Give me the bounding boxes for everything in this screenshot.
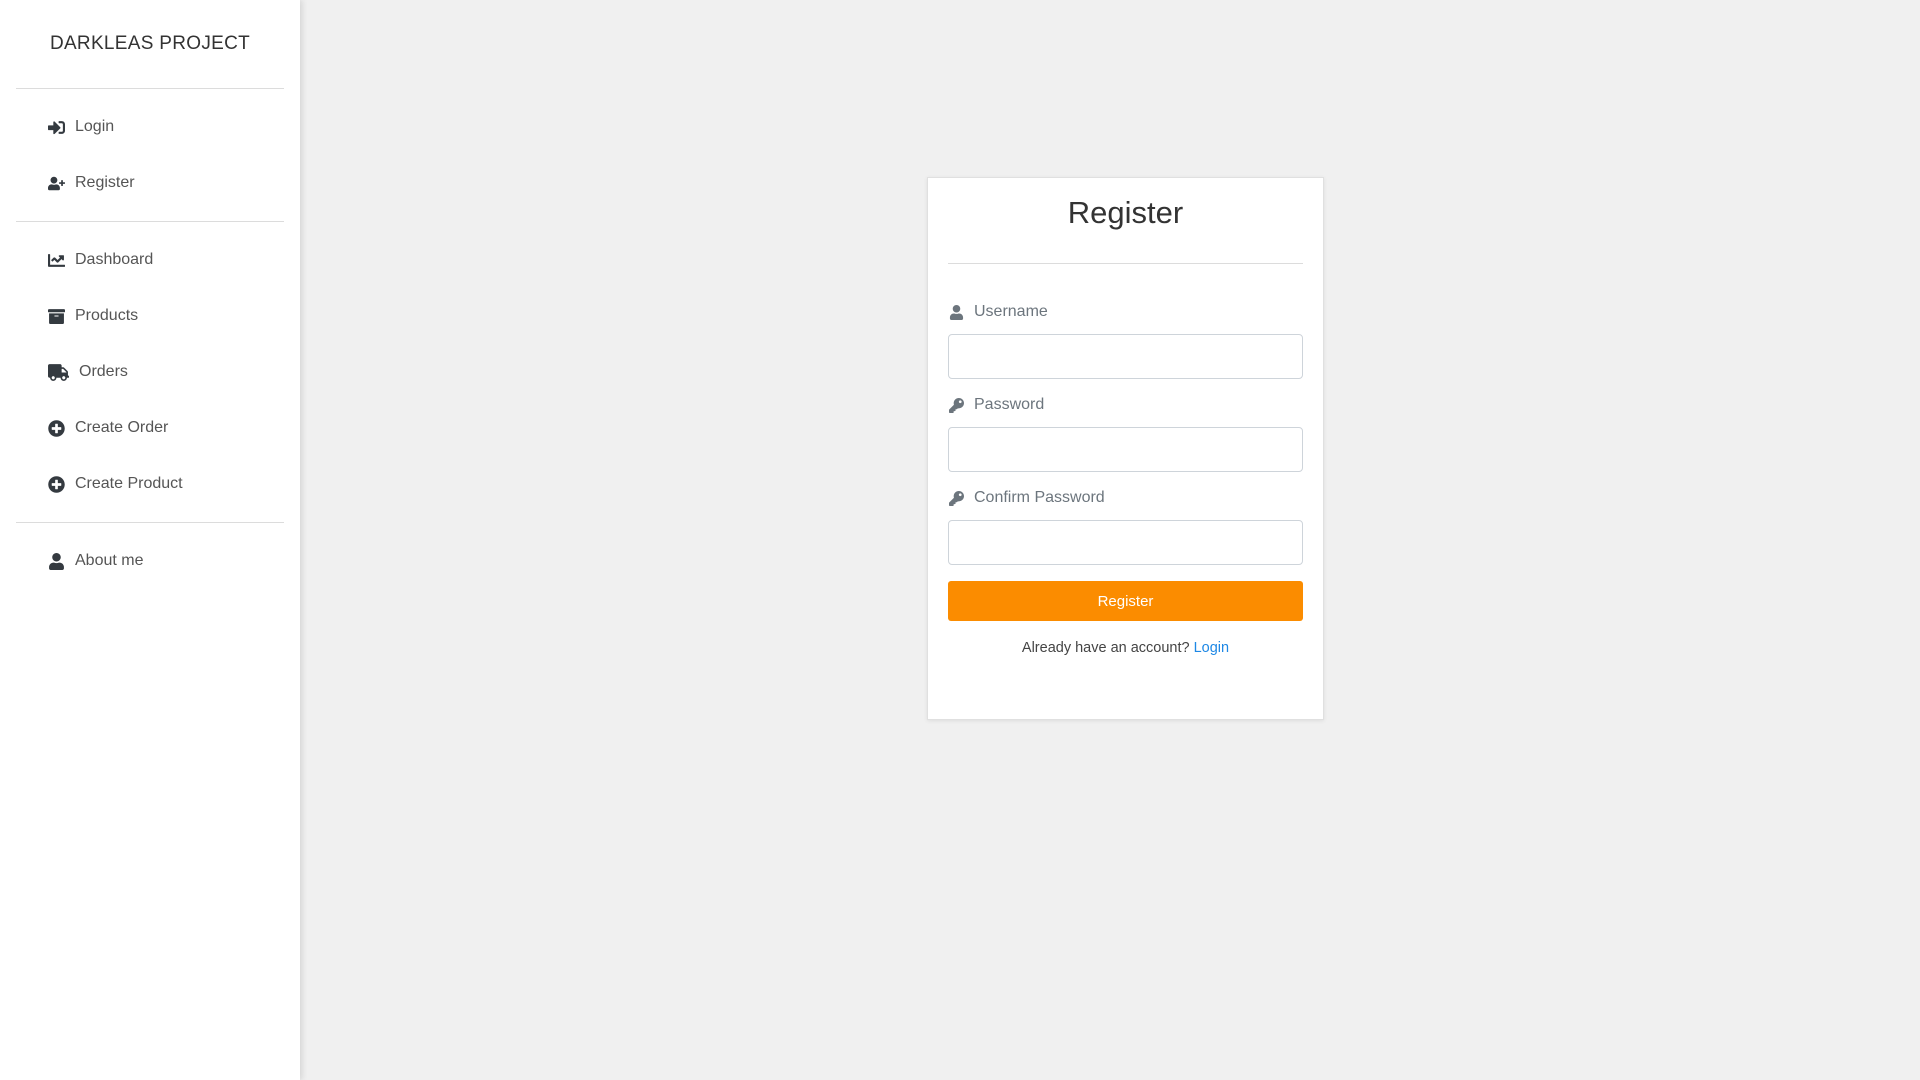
- page-title: Register: [948, 178, 1303, 264]
- extra-nav-group: About me: [16, 523, 284, 599]
- sidebar-item-label: Login: [75, 118, 115, 135]
- username-label: Username: [948, 302, 1303, 322]
- user-icon: [948, 304, 964, 320]
- brand-title[interactable]: DARKLEAS PROJECT: [16, 0, 284, 89]
- key-icon: [948, 490, 964, 506]
- truck-icon: [47, 363, 69, 381]
- sidebar-item-label: Create Order: [75, 419, 169, 436]
- sidebar-item-products[interactable]: Products: [16, 288, 284, 344]
- login-prompt-text: Already have an account?: [1021, 640, 1190, 656]
- confirm-password-field[interactable]: [948, 520, 1303, 565]
- key-icon: [948, 397, 964, 413]
- sidebar-item-label: Register: [75, 174, 135, 191]
- confirm-password-label-text: Confirm Password: [974, 489, 1105, 506]
- sidebar-item-about-me[interactable]: About me: [16, 533, 284, 589]
- user-icon: [47, 552, 65, 570]
- user-plus-icon: [47, 174, 65, 192]
- sidebar-item-label: Products: [75, 307, 139, 324]
- password-label: Password: [948, 395, 1303, 415]
- sidebar-item-label: Create Product: [75, 475, 183, 492]
- username-label-text: Username: [974, 303, 1048, 320]
- auth-nav-group: Login Register: [16, 89, 284, 222]
- password-field[interactable]: [948, 427, 1303, 472]
- sidebar-item-label: About me: [75, 552, 144, 569]
- confirm-password-label: Confirm Password: [948, 488, 1303, 508]
- sidebar-item-orders[interactable]: Orders: [16, 344, 284, 400]
- register-button[interactable]: Register: [948, 581, 1303, 621]
- register-card: Register Username Password Confirm Passw…: [927, 177, 1324, 720]
- login-prompt: Already have an account? Login: [948, 640, 1303, 656]
- sidebar-item-create-order[interactable]: Create Order: [16, 400, 284, 456]
- chart-line-icon: [47, 251, 65, 269]
- sidebar-item-login[interactable]: Login: [16, 99, 284, 155]
- plus-circle-icon: [47, 475, 65, 493]
- sidebar-item-label: Dashboard: [75, 251, 154, 268]
- username-field[interactable]: [948, 334, 1303, 379]
- sidebar-item-dashboard[interactable]: Dashboard: [16, 232, 284, 288]
- plus-circle-icon: [47, 419, 65, 437]
- sidebar-item-register[interactable]: Register: [16, 155, 284, 211]
- sidebar-item-label: Orders: [79, 363, 128, 380]
- main-nav-group: Dashboard Products Orders Create Order C…: [16, 222, 284, 523]
- password-label-text: Password: [974, 396, 1045, 413]
- archive-icon: [47, 307, 65, 325]
- sidebar: DARKLEAS PROJECT Login Register Dashboar…: [0, 0, 300, 1080]
- sidebar-item-create-product[interactable]: Create Product: [16, 456, 284, 512]
- login-link[interactable]: Login: [1194, 640, 1229, 656]
- sign-in-icon: [47, 118, 65, 136]
